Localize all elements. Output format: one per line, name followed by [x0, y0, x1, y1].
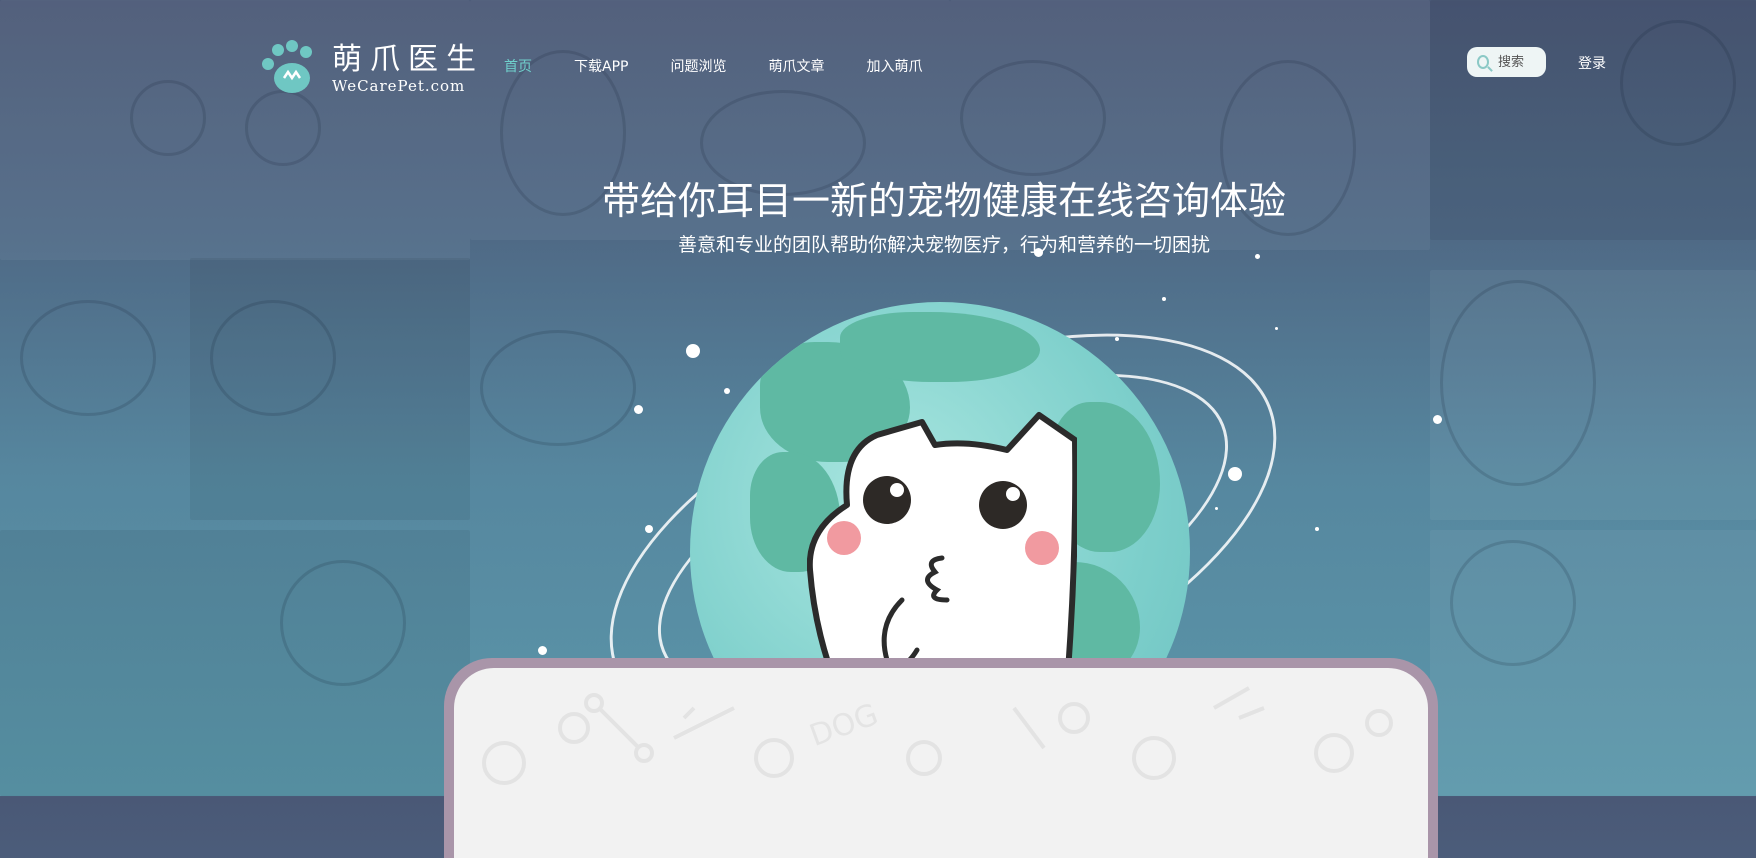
content-card: DOG	[444, 658, 1438, 858]
paw-icon	[258, 38, 322, 100]
pet-doodle-pattern	[482, 686, 1393, 785]
main-nav: 首页 下载APP 问题浏览 萌爪文章 加入萌爪	[504, 56, 964, 76]
search-icon[interactable]	[1477, 55, 1489, 69]
nav-articles[interactable]: 萌爪文章	[768, 56, 824, 76]
search-box[interactable]	[1467, 47, 1546, 77]
brand-domain: WeCarePet.com	[332, 77, 466, 95]
nav-questions[interactable]: 问题浏览	[670, 56, 726, 76]
login-link[interactable]: 登录	[1578, 53, 1606, 73]
nav-join[interactable]: 加入萌爪	[866, 56, 922, 76]
card-body: DOG	[454, 668, 1428, 858]
nav-home[interactable]: 首页	[504, 56, 532, 76]
hero-subline: 善意和专业的团队帮助你解决宠物医疗，行为和营养的一切困扰	[677, 234, 1210, 256]
brand-name: 萌爪医生	[332, 42, 484, 77]
brand-logo[interactable]: 萌爪医生 WeCarePet.com	[258, 38, 484, 100]
nav-download-app[interactable]: 下载APP	[574, 56, 628, 76]
hero-headline: 带给你耳目一新的宠物健康在线咨询体验	[601, 179, 1286, 223]
search-input[interactable]	[1496, 53, 1546, 71]
